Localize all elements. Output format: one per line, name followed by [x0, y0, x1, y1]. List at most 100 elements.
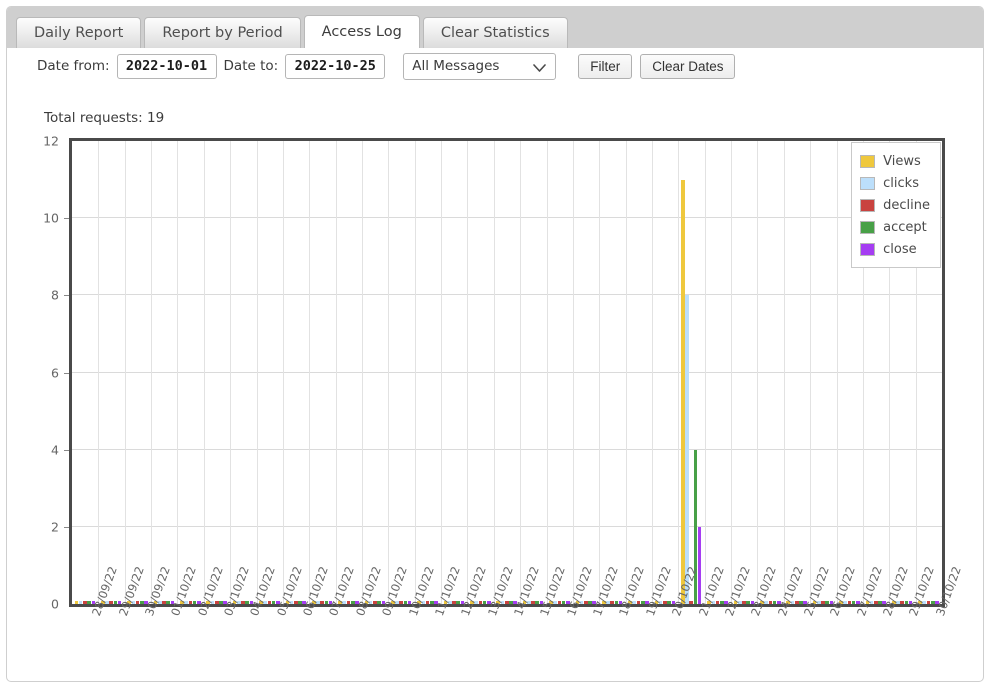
tab-bar: Daily Report Report by Period Access Log Cl… — [7, 7, 983, 48]
gridline-horizontal — [72, 294, 942, 296]
main-panel: Daily Report Report by Period Access Log Cl… — [6, 6, 984, 682]
legend-swatch-icon — [860, 154, 876, 168]
bar-decline-20-10-22 — [663, 600, 667, 604]
date-to-label: Date to: — [223, 58, 279, 74]
bar-clicks-28-09-22 — [78, 600, 83, 604]
legend-item-accept[interactable]: accept — [860, 216, 930, 238]
bar-decline-29-09-22 — [109, 600, 114, 604]
y-axis-tick-label: 6 — [51, 365, 59, 380]
bar-accept-29-10-22 — [904, 600, 909, 604]
tab-report-by-period[interactable]: Report by Period — [144, 17, 301, 48]
bar-accept-01-10-22 — [166, 600, 170, 604]
bar-decline-15-10-22 — [531, 600, 535, 604]
gridline-vertical — [520, 141, 521, 604]
legend-item-close[interactable]: close — [860, 238, 930, 260]
access-log-chart: 0 2 4 6 8 10 12 Views clicks decline accept close … — [7, 127, 983, 683]
gridline-vertical — [784, 141, 785, 604]
bar-accept-26-10-22 — [825, 600, 830, 604]
gridline-vertical — [204, 141, 205, 604]
bar-accept-14-10-22 — [509, 600, 513, 604]
gridline-vertical — [731, 141, 732, 604]
date-from-input[interactable] — [116, 53, 217, 79]
bar-decline-27-10-22 — [847, 600, 852, 604]
gridline-vertical — [98, 141, 99, 604]
gridline-horizontal — [72, 525, 942, 527]
bar-accept-10-10-22 — [403, 600, 408, 604]
bar-decline-22-10-22 — [715, 600, 720, 604]
gridline-vertical — [257, 141, 258, 604]
bar-accept-08-10-22 — [350, 600, 355, 604]
bar-accept-17-10-22 — [588, 600, 592, 604]
bar-decline-09-10-22 — [373, 600, 377, 604]
legend-item-decline[interactable]: decline — [860, 194, 930, 216]
bar-accept-28-10-22 — [878, 600, 882, 604]
bar-decline-24-10-22 — [768, 600, 773, 604]
legend-label: Views — [883, 153, 921, 169]
chevron-down-icon — [533, 62, 547, 77]
bar-accept-15-10-22 — [535, 600, 540, 604]
access-log-page: Daily Report Report by Period Access Log Cl… — [0, 0, 995, 695]
bar-accept-03-10-22 — [219, 600, 223, 604]
tab-daily-report[interactable]: Daily Report — [16, 17, 142, 48]
y-axis-tick-label: 12 — [43, 133, 59, 149]
bar-decline-18-10-22 — [610, 600, 614, 604]
gridline-horizontal — [72, 448, 942, 450]
tab-list: Daily Report Report by Period Access Log Cl… — [16, 15, 571, 48]
bar-decline-12-10-22 — [452, 600, 456, 604]
bar-decline-02-10-22 — [188, 600, 193, 604]
bar-accept-07-10-22 — [324, 600, 329, 604]
bar-accept-02-10-22 — [192, 600, 197, 604]
tab-clear-statistics[interactable]: Clear Statistics — [422, 17, 568, 48]
date-from-label: Date from: — [37, 58, 110, 74]
legend-item-clicks[interactable]: clicks — [860, 172, 930, 194]
bar-views-21-10-22 — [681, 179, 685, 604]
legend-item-views[interactable]: Views — [860, 150, 930, 172]
total-requests-text: Total requests: 19 — [44, 110, 165, 126]
bar-decline-06-10-22 — [293, 600, 298, 604]
bar-decline-17-10-22 — [583, 600, 588, 604]
bar-views-28-09-22 — [74, 600, 79, 604]
legend-label: accept — [883, 219, 927, 235]
legend-swatch-icon — [860, 242, 876, 256]
bar-decline-05-10-22 — [267, 600, 272, 604]
tab-access-log[interactable]: Access Log — [303, 15, 420, 48]
message-filter-select[interactable]: All Messages — [403, 52, 557, 80]
gridline-vertical — [837, 141, 838, 604]
y-axis-tick-label: 10 — [43, 210, 59, 226]
bar-accept-22-10-22 — [720, 600, 724, 604]
bar-accept-06-10-22 — [298, 600, 302, 604]
filter-button[interactable]: Filter — [578, 53, 633, 79]
bar-accept-20-10-22 — [667, 600, 671, 604]
gridline-vertical — [573, 141, 574, 604]
bar-accept-09-10-22 — [377, 600, 381, 604]
legend-swatch-icon — [860, 198, 876, 212]
bar-decline-08-10-22 — [346, 600, 351, 604]
bar-decline-30-10-22 — [926, 600, 931, 604]
bar-decline-21-10-22 — [689, 600, 694, 604]
bar-accept-16-10-22 — [561, 600, 566, 604]
date-to-input[interactable] — [285, 53, 386, 79]
gridline-vertical — [494, 141, 495, 604]
bar-accept-04-10-22 — [245, 600, 250, 604]
gridline-vertical — [599, 141, 600, 604]
bar-decline-01-10-22 — [162, 600, 166, 604]
gridline-vertical — [362, 141, 363, 604]
legend-label: close — [883, 241, 917, 257]
bar-accept-05-10-22 — [271, 600, 276, 604]
bar-clicks-21-10-22 — [685, 295, 689, 604]
bar-decline-25-10-22 — [794, 600, 799, 604]
bar-accept-30-10-22 — [930, 600, 935, 604]
legend-swatch-icon — [860, 176, 876, 190]
gridline-vertical — [336, 141, 337, 604]
y-axis-tick-label: 4 — [51, 442, 59, 458]
chart-legend: Views clicks decline accept close — [851, 142, 941, 268]
clear-dates-button[interactable]: Clear Dates — [640, 53, 736, 79]
gridline-vertical — [810, 141, 811, 604]
bar-close-21-10-22 — [697, 526, 702, 604]
bar-accept-12-10-22 — [456, 600, 460, 604]
bar-decline-23-10-22 — [742, 600, 746, 604]
gridline-vertical — [125, 141, 126, 604]
bar-accept-30-09-22 — [140, 600, 144, 604]
bar-accept-11-10-22 — [430, 600, 434, 604]
legend-label: clicks — [883, 175, 919, 191]
